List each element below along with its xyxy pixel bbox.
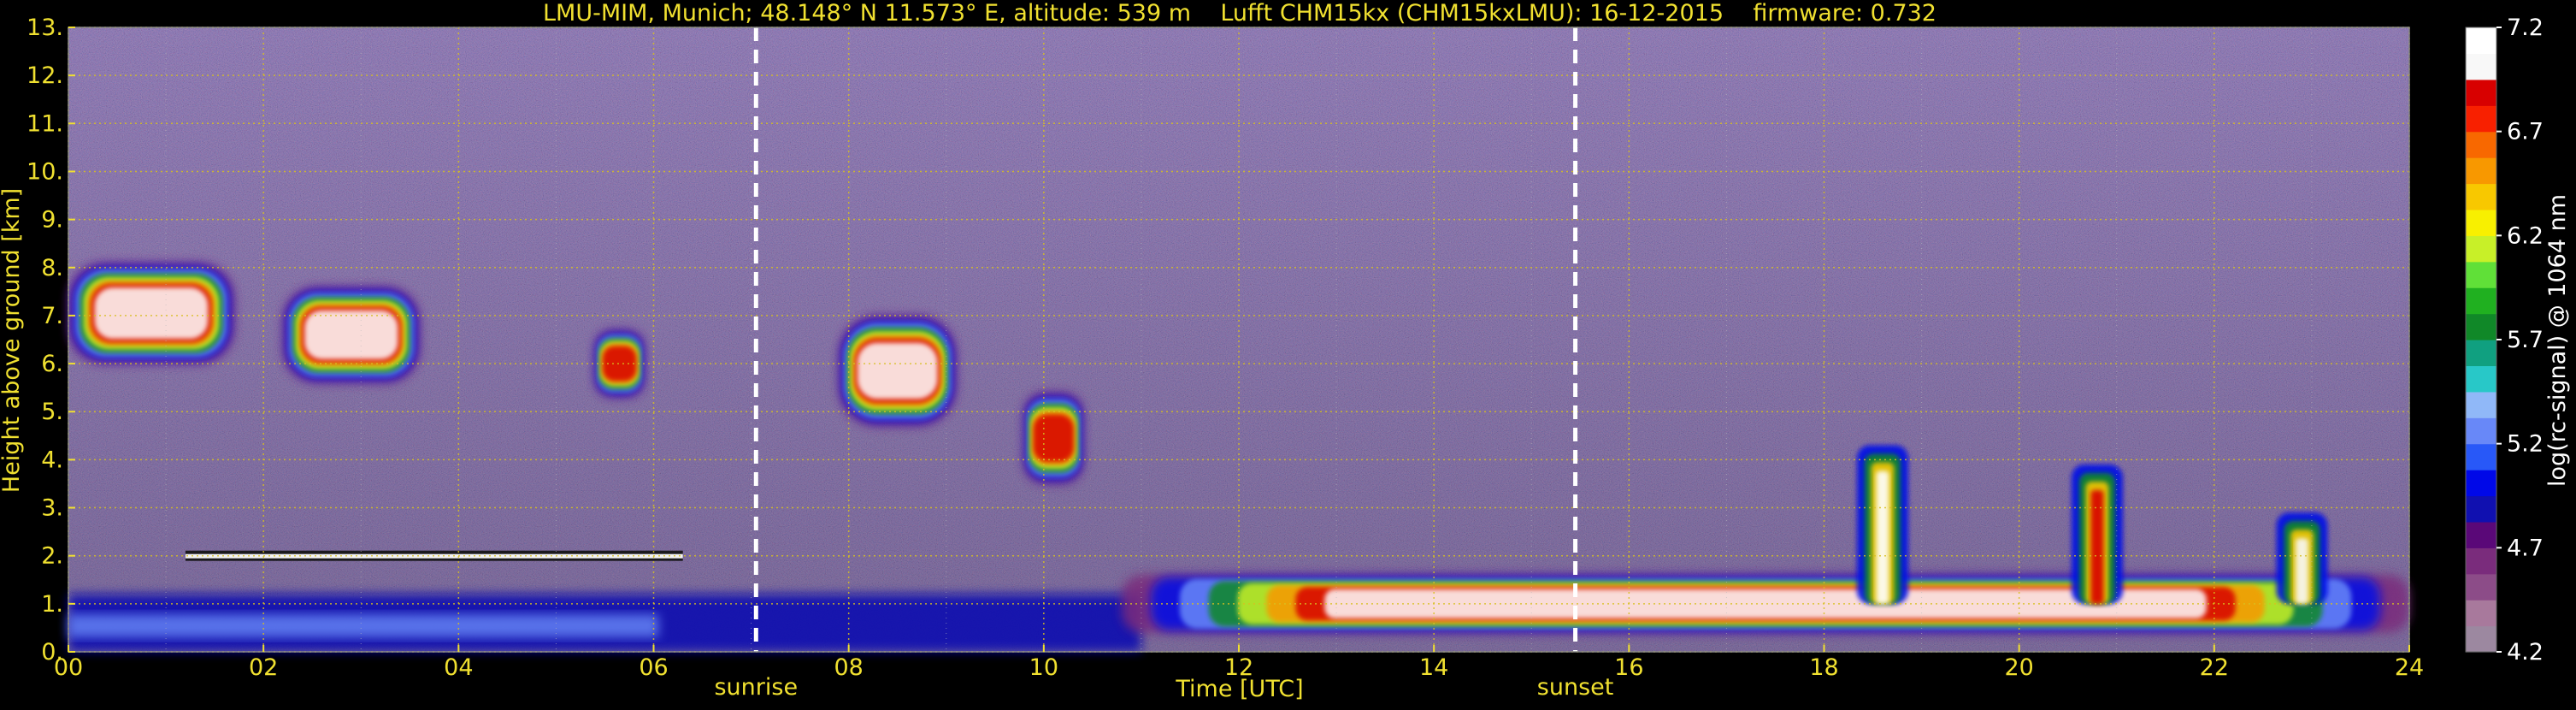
colorbar-segment	[2466, 53, 2496, 80]
y-tick-label: 2.	[41, 543, 63, 570]
colorbar-segment	[2466, 365, 2496, 393]
colorbar-segment	[2466, 79, 2496, 106]
y-tick-label: 7.	[41, 303, 63, 329]
x-tick-label: 24	[2395, 654, 2424, 681]
x-tick-label: 18	[1809, 654, 1838, 681]
x-tick-label: 22	[2200, 654, 2229, 681]
colorbar-tick-label: 5.7	[2507, 327, 2544, 353]
x-tick-label: 04	[444, 654, 473, 681]
colorbar-segment	[2466, 470, 2496, 497]
feature-convective-plume-9	[2071, 464, 2123, 604]
colorbar-segment	[2466, 547, 2496, 575]
y-tick-label: 9.	[41, 207, 63, 234]
feature-cirrus-1	[282, 287, 420, 383]
colorbar-segment	[2466, 340, 2496, 367]
y-tick-label: 6.	[41, 351, 63, 377]
feature-cirrus-4	[1024, 392, 1083, 484]
y-tick-label: 5.	[41, 399, 63, 425]
colorbar: 4.2 4.7 5.2 5.7 6.2 6.7 7.2 log(rc-signal) @ 10…	[2465, 15, 2571, 666]
x-tick-label: 14	[1419, 654, 1448, 681]
x-tick-label: 10	[1029, 654, 1058, 681]
feature-convective-plume-8	[1856, 445, 1908, 604]
colorbar-segment	[2466, 391, 2496, 418]
y-tick-label: 1.	[41, 591, 63, 618]
chart-svg: sunrise sunset 00 02 04 06 08 10 12 14 16 18 20 22 24…	[0, 0, 2571, 702]
sunset-label: sunset	[1537, 674, 1614, 701]
y-tick-label: 4.	[41, 447, 63, 473]
colorbar-segment	[2466, 313, 2496, 340]
ceilometer-chart: sunrise sunset 00 02 04 06 08 10 12 14 16 18 20 22 24…	[0, 0, 2576, 707]
colorbar-segment	[2466, 495, 2496, 523]
colorbar-tick-label: 6.2	[2507, 222, 2544, 249]
x-tick-label: 06	[639, 654, 668, 681]
y-tick-label: 11.	[27, 110, 63, 137]
colorbar-segment	[2466, 625, 2496, 653]
feature-cirrus-3	[839, 315, 957, 427]
feature-band	[1033, 414, 1074, 462]
feature-boundary-layer-6	[68, 594, 1141, 652]
sunrise-label: sunrise	[714, 674, 798, 701]
plume-band	[2090, 490, 2104, 604]
colorbar-segment	[2466, 521, 2496, 548]
colorbar-segment	[2466, 417, 2496, 445]
x-tick-label: 02	[249, 654, 278, 681]
y-tick-label: 8.	[41, 255, 63, 281]
y-tick-label: 12.	[27, 62, 63, 89]
y-tick-label: 10.	[27, 158, 63, 185]
colorbar-segment	[2466, 573, 2496, 601]
colorbar-segment	[2466, 287, 2496, 315]
x-axis-label: Time [UTC]	[1175, 676, 1303, 702]
y-tick-label: 3.	[41, 495, 63, 522]
chart-title: LMU-MIM, Munich; 48.148° N 11.573° E, al…	[543, 0, 1936, 27]
colorbar-tick-label: 5.2	[2507, 431, 2544, 458]
y-tick-label: 13.	[27, 15, 63, 41]
colorbar-segment	[2466, 131, 2496, 158]
colorbar-segment	[2466, 183, 2496, 210]
x-tick-label: 08	[834, 654, 863, 681]
colorbar-label: log(rc-signal) @ 1064 nm	[2544, 194, 2571, 487]
boundary-layer-inner	[68, 614, 659, 638]
feature-low-cloud-7	[1122, 575, 2409, 633]
y-axis-label: Height above ground [km]	[0, 188, 25, 493]
x-tick-label: 20	[2004, 654, 2033, 681]
colorbar-segment	[2466, 157, 2496, 185]
colorbar-tick-label: 6.7	[2507, 119, 2544, 145]
colorbar-segment	[2466, 443, 2496, 470]
feature-convective-plume-10	[2276, 512, 2328, 604]
feature-band	[304, 310, 398, 360]
feature-cirrus-0	[68, 263, 234, 364]
colorbar-tick-label: 4.7	[2507, 535, 2544, 561]
colorbar-tick-label: 4.2	[2507, 639, 2544, 666]
feature-band	[94, 287, 209, 340]
colorbar-segment	[2466, 105, 2496, 133]
x-tick-label: 16	[1614, 654, 1643, 681]
colorbar-segment	[2466, 261, 2496, 288]
colorbar-segment	[2466, 600, 2496, 627]
colorbar-segment	[2466, 235, 2496, 263]
feature-band	[857, 342, 938, 399]
colorbar-segment	[2466, 209, 2496, 236]
colorbar-tick-label: 7.2	[2507, 15, 2544, 41]
plume-band	[1876, 470, 1889, 604]
y-tick-label: 0.	[41, 639, 63, 666]
plume-band	[2296, 538, 2309, 604]
colorbar-segment	[2466, 27, 2496, 55]
